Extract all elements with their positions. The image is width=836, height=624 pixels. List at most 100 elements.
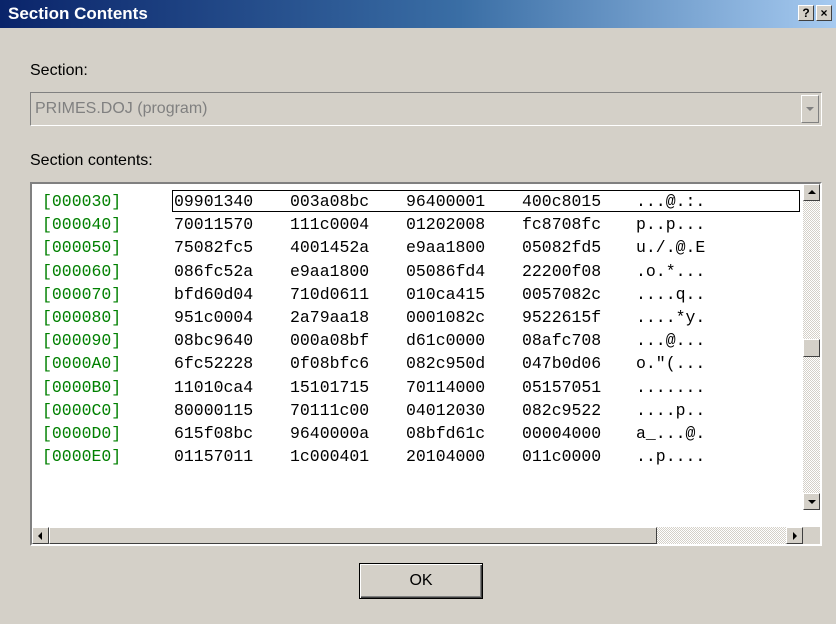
scrollbar-corner [803,527,820,544]
row-address: [000090] [42,331,122,351]
hex-word: 082c9522 [522,400,602,420]
hex-row[interactable]: [0000B0] 11010ca4 15101715 70114000 05157051… [32,376,802,399]
hex-word: 0057082c [522,284,602,304]
hex-row[interactable]: [000040] 70011570 111c0004 01202008 fc8708fc… [32,213,802,236]
section-contents-list[interactable]: [000030] 09901340 003a08bc 96400001 400c8015… [30,182,822,546]
vertical-scrollbar[interactable] [803,184,820,510]
hex-word: 615f08bc [174,423,254,443]
hex-word: 400c8015 [522,192,602,211]
hex-row[interactable]: [000070] bfd60d04 710d0611 010ca415 0057082c… [32,283,802,306]
row-ascii: .o.*... [636,261,706,281]
scroll-down-button[interactable] [803,493,820,510]
hex-word: 05086fd4 [406,261,486,281]
scroll-right-button[interactable] [786,527,803,544]
hex-word: 05082fd5 [522,238,602,258]
arrow-right-icon [793,532,797,540]
row-address: [0000A0] [42,354,122,374]
hex-word: d61c0000 [406,331,486,351]
horizontal-scroll-thumb[interactable] [49,527,657,544]
hex-row[interactable]: [0000E0] 01157011 1c000401 20104000 011c0000… [32,445,802,468]
hex-word: 04012030 [406,400,486,420]
help-button[interactable]: ? [798,5,814,21]
hex-word: 70011570 [174,215,254,235]
row-ascii: o."(... [636,354,706,374]
horizontal-scrollbar[interactable] [32,527,803,544]
hex-word: 951c0004 [174,307,254,327]
row-ascii: a_...@. [636,423,706,443]
row-ascii: u./.@.E [636,238,706,258]
row-address: [0000C0] [42,400,122,420]
hex-word: 08bfd61c [406,423,486,443]
scroll-left-button[interactable] [32,527,49,544]
vertical-scroll-thumb[interactable] [803,339,820,357]
title-bar[interactable]: Section Contents ? × [0,0,836,28]
section-dropdown[interactable]: PRIMES.DOJ (program) [30,92,822,126]
section-label: Section: [30,62,88,79]
row-ascii: ....q.. [636,284,706,304]
hex-word: 710d0611 [290,284,370,304]
section-contents-label: Section contents: [30,152,153,169]
section-dropdown-value: PRIMES.DOJ (program) [35,100,208,117]
row-address: [000080] [42,307,122,327]
hex-word: 003a08bc [290,192,370,211]
hex-word: 1c000401 [290,447,370,467]
chevron-down-icon [806,107,814,111]
hex-row[interactable]: [000030] 09901340 003a08bc 96400001 400c8015… [32,190,802,213]
row-address: [000060] [42,261,122,281]
row-address: [000040] [42,215,122,235]
hex-word: 086fc52a [174,261,254,281]
dialog-title: Section Contents [8,4,148,23]
hex-word: 4001452a [290,238,370,258]
row-ascii: p..p... [636,215,706,235]
scroll-up-button[interactable] [803,184,820,201]
hex-word: 22200f08 [522,261,602,281]
hex-row[interactable]: [0000D0] 615f08bc 9640000a 08bfd61c 00004000… [32,422,802,445]
hex-word: e9aa1800 [406,238,486,258]
close-button[interactable]: × [816,5,832,21]
row-address: [0000B0] [42,377,122,397]
hex-word: 0001082c [406,307,486,327]
hex-row[interactable]: [0000C0] 80000115 70111c00 04012030 082c9522… [32,399,802,422]
hex-word: 00004000 [522,423,602,443]
row-address: [0000D0] [42,423,122,443]
hex-word: 08afc708 [522,331,602,351]
row-ascii: ....p.. [636,400,706,420]
row-ascii: ..p.... [636,447,706,467]
hex-word: fc8708fc [522,215,602,235]
hex-row[interactable]: [000060] 086fc52a e9aa1800 05086fd4 22200f08… [32,260,802,283]
hex-word: 09901340 [174,192,254,211]
dropdown-button[interactable] [801,95,819,123]
hex-word: e9aa1800 [290,261,370,281]
row-ascii: ....*y. [636,307,706,327]
hex-word: 2a79aa18 [290,307,370,327]
row-address: [0000E0] [42,447,122,467]
hex-row[interactable]: [000090] 08bc9640 000a08bf d61c0000 08afc708… [32,329,802,352]
row-address: [000070] [42,284,122,304]
hex-word: 01202008 [406,215,486,235]
hex-word: 80000115 [174,400,254,420]
hex-word: 011c0000 [522,447,602,467]
row-ascii: ...@.:. [636,192,706,211]
row-ascii: ....... [636,377,706,397]
hex-rows: [000030] 09901340 003a08bc 96400001 400c8015… [32,190,802,468]
hex-word: 0f08bfc6 [290,354,370,374]
hex-word: 010ca415 [406,284,486,304]
hex-row[interactable]: [000050] 75082fc5 4001452a e9aa1800 05082fd5… [32,236,802,259]
hex-row[interactable]: [0000A0] 6fc52228 0f08bfc6 082c950d 047b0d06… [32,352,802,375]
hex-word: 9640000a [290,423,370,443]
arrow-up-icon [808,190,816,194]
row-address: [000030] [42,192,122,211]
hex-word: 15101715 [290,377,370,397]
hex-word: 111c0004 [290,215,370,235]
hex-word: 000a08bf [290,331,370,351]
hex-word: 20104000 [406,447,486,467]
hex-word: 70114000 [406,377,486,397]
hex-word: 75082fc5 [174,238,254,258]
hex-word: 082c950d [406,354,486,374]
row-address: [000050] [42,238,122,258]
hex-word: 6fc52228 [174,354,254,374]
hex-row[interactable]: [000080] 951c0004 2a79aa18 0001082c 9522615f… [32,306,802,329]
ok-button[interactable]: OK [359,563,483,599]
hex-word: 08bc9640 [174,331,254,351]
hex-word: 9522615f [522,307,602,327]
